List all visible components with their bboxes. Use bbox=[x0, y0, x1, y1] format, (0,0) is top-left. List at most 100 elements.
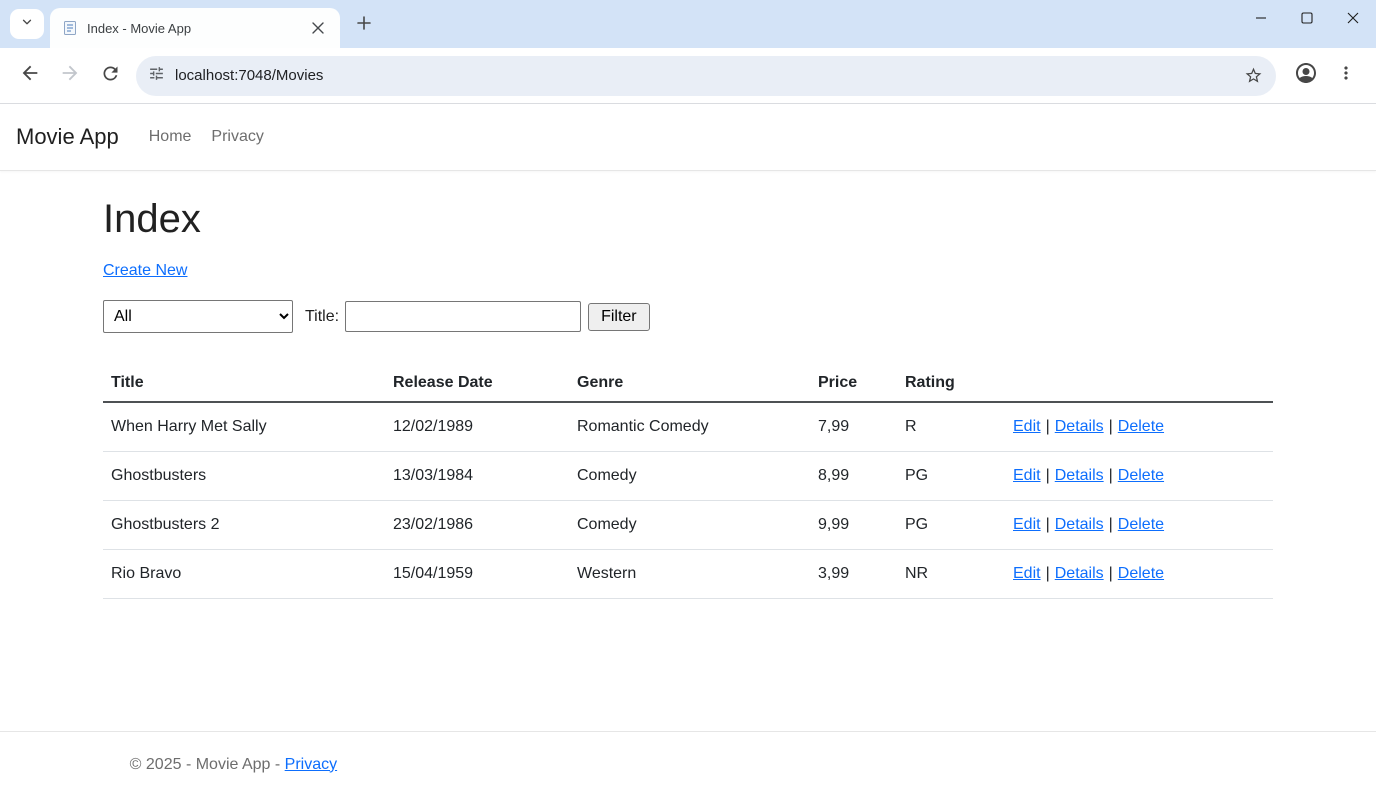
page-title: Index bbox=[103, 197, 1273, 242]
action-separator: | bbox=[1046, 418, 1050, 435]
plus-icon bbox=[357, 16, 371, 35]
kebab-menu-icon bbox=[1336, 63, 1356, 88]
edit-link[interactable]: Edit bbox=[1013, 516, 1041, 533]
address-bar[interactable]: localhost:7048/Movies bbox=[136, 56, 1276, 96]
close-icon bbox=[1347, 11, 1359, 29]
cell-rating: PG bbox=[897, 452, 1005, 501]
action-separator: | bbox=[1046, 516, 1050, 533]
cell-genre: Comedy bbox=[569, 452, 810, 501]
site-settings-icon[interactable] bbox=[148, 65, 165, 87]
details-link[interactable]: Details bbox=[1055, 467, 1104, 484]
title-filter-input[interactable] bbox=[345, 301, 581, 332]
cell-genre: Western bbox=[569, 550, 810, 599]
details-link[interactable]: Details bbox=[1055, 516, 1104, 533]
cell-rating: R bbox=[897, 402, 1005, 452]
cell-genre: Comedy bbox=[569, 501, 810, 550]
site-footer: © 2025 - Movie App - Privacy bbox=[0, 731, 1376, 797]
action-separator: | bbox=[1046, 565, 1050, 582]
cell-release-date: 13/03/1984 bbox=[385, 452, 569, 501]
table-row: Ghostbusters 2 23/02/1986 Comedy 9,99 PG… bbox=[103, 501, 1273, 550]
create-new-link[interactable]: Create New bbox=[103, 262, 187, 280]
site-favicon-icon bbox=[62, 20, 78, 36]
genre-select[interactable]: All bbox=[103, 300, 293, 333]
header-genre: Genre bbox=[569, 365, 810, 402]
forward-arrow-icon bbox=[59, 62, 81, 89]
action-separator: | bbox=[1109, 418, 1113, 435]
footer-privacy-link[interactable]: Privacy bbox=[285, 756, 337, 773]
window-minimize-button[interactable] bbox=[1238, 0, 1284, 40]
delete-link[interactable]: Delete bbox=[1118, 565, 1164, 582]
browser-tab[interactable]: Index - Movie App bbox=[50, 8, 340, 48]
action-separator: | bbox=[1046, 467, 1050, 484]
header-price: Price bbox=[810, 365, 897, 402]
action-separator: | bbox=[1109, 516, 1113, 533]
header-title: Title bbox=[103, 365, 385, 402]
filter-form: All Title: Filter bbox=[103, 300, 1273, 333]
table-row: When Harry Met Sally 12/02/1989 Romantic… bbox=[103, 402, 1273, 452]
brand-link[interactable]: Movie App bbox=[16, 124, 119, 150]
cell-genre: Romantic Comedy bbox=[569, 402, 810, 452]
filter-button[interactable]: Filter bbox=[588, 303, 650, 331]
nav-link-privacy[interactable]: Privacy bbox=[201, 120, 273, 154]
back-button[interactable] bbox=[10, 56, 50, 96]
tab-close-icon[interactable] bbox=[306, 16, 330, 40]
reload-icon bbox=[100, 63, 121, 89]
tab-title: Index - Movie App bbox=[87, 21, 306, 36]
browser-menu-button[interactable] bbox=[1326, 56, 1366, 96]
table-header-row: Title Release Date Genre Price Rating bbox=[103, 365, 1273, 402]
edit-link[interactable]: Edit bbox=[1013, 565, 1041, 582]
header-release-date: Release Date bbox=[385, 365, 569, 402]
cell-actions: Edit | Details | Delete bbox=[1005, 501, 1273, 550]
nav-link-home[interactable]: Home bbox=[139, 120, 202, 154]
cell-rating: PG bbox=[897, 501, 1005, 550]
header-rating: Rating bbox=[897, 365, 1005, 402]
cell-price: 9,99 bbox=[810, 501, 897, 550]
title-filter-label: Title: bbox=[305, 308, 339, 326]
details-link[interactable]: Details bbox=[1055, 418, 1104, 435]
profile-button[interactable] bbox=[1286, 56, 1326, 96]
window-controls bbox=[1238, 0, 1376, 48]
delete-link[interactable]: Delete bbox=[1118, 467, 1164, 484]
browser-toolbar: localhost:7048/Movies bbox=[0, 48, 1376, 104]
table-row: Ghostbusters 13/03/1984 Comedy 8,99 PG E… bbox=[103, 452, 1273, 501]
cell-title: When Harry Met Sally bbox=[103, 402, 385, 452]
cell-release-date: 12/02/1989 bbox=[385, 402, 569, 452]
details-link[interactable]: Details bbox=[1055, 565, 1104, 582]
cell-actions: Edit | Details | Delete bbox=[1005, 452, 1273, 501]
cell-price: 7,99 bbox=[810, 402, 897, 452]
action-separator: | bbox=[1109, 565, 1113, 582]
maximize-icon bbox=[1301, 11, 1313, 29]
cell-release-date: 15/04/1959 bbox=[385, 550, 569, 599]
minimize-icon bbox=[1255, 11, 1267, 29]
cell-actions: Edit | Details | Delete bbox=[1005, 550, 1273, 599]
browser-tabstrip: Index - Movie App bbox=[0, 0, 1376, 48]
cell-title: Ghostbusters 2 bbox=[103, 501, 385, 550]
cell-rating: NR bbox=[897, 550, 1005, 599]
main-content: Index Create New All Title: Filter Title bbox=[0, 171, 1376, 731]
cell-title: Ghostbusters bbox=[103, 452, 385, 501]
window-close-button[interactable] bbox=[1330, 0, 1376, 40]
site-navbar: Movie App Home Privacy bbox=[0, 104, 1376, 171]
header-actions bbox=[1005, 365, 1273, 402]
movies-table: Title Release Date Genre Price Rating Wh… bbox=[103, 365, 1273, 599]
delete-link[interactable]: Delete bbox=[1118, 516, 1164, 533]
forward-button[interactable] bbox=[50, 56, 90, 96]
new-tab-button[interactable] bbox=[348, 9, 380, 41]
cell-release-date: 23/02/1986 bbox=[385, 501, 569, 550]
bookmark-star-icon[interactable] bbox=[1238, 61, 1268, 91]
cell-actions: Edit | Details | Delete bbox=[1005, 402, 1273, 452]
window-maximize-button[interactable] bbox=[1284, 0, 1330, 40]
back-arrow-icon bbox=[19, 62, 41, 89]
action-separator: | bbox=[1109, 467, 1113, 484]
url-text[interactable]: localhost:7048/Movies bbox=[175, 67, 1238, 84]
edit-link[interactable]: Edit bbox=[1013, 418, 1041, 435]
reload-button[interactable] bbox=[90, 56, 130, 96]
delete-link[interactable]: Delete bbox=[1118, 418, 1164, 435]
page-viewport: Movie App Home Privacy Index Create New … bbox=[0, 104, 1376, 797]
cell-price: 3,99 bbox=[810, 550, 897, 599]
cell-price: 8,99 bbox=[810, 452, 897, 501]
table-row: Rio Bravo 15/04/1959 Western 3,99 NR Edi… bbox=[103, 550, 1273, 599]
footer-text: © 2025 - Movie App - bbox=[130, 756, 285, 773]
edit-link[interactable]: Edit bbox=[1013, 467, 1041, 484]
tab-search-button[interactable] bbox=[10, 9, 44, 39]
